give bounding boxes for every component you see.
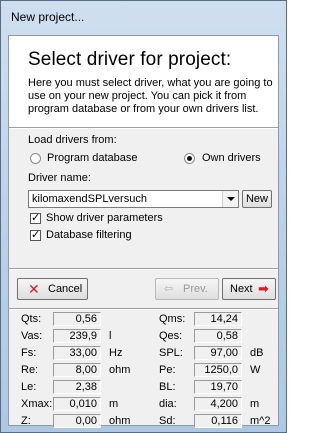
param-spl-unit: dB xyxy=(250,347,264,359)
window-title: New project... xyxy=(11,10,85,24)
param-qts-value: 0,56 xyxy=(53,312,101,326)
database-filtering-checkbox[interactable]: ✓ xyxy=(30,229,41,241)
param-z-unit: ohm xyxy=(109,415,131,427)
param-qms-label: Qms: xyxy=(159,313,186,325)
param-pe-value: 1250,0 xyxy=(194,363,242,377)
cancel-button[interactable]: ✕ Cancel xyxy=(17,278,88,300)
checkmark-icon: ✓ xyxy=(31,212,41,224)
cancel-x-icon: ✕ xyxy=(28,281,40,297)
param-fs-unit: Hz xyxy=(109,347,123,359)
database-filtering-label: Database filtering xyxy=(46,229,132,241)
param-le-label: Le: xyxy=(21,381,37,393)
param-pe-label: Pe: xyxy=(159,364,176,376)
param-re-unit: ohm xyxy=(109,364,131,376)
prev-label: Prev. xyxy=(183,283,208,295)
checkmark-icon: ✓ xyxy=(31,229,41,241)
param-z-label: Z: xyxy=(21,415,31,427)
header-divider xyxy=(9,127,278,129)
param-xmax-value: 0,010 xyxy=(53,397,101,411)
param-bl-label: BL: xyxy=(159,381,176,393)
arrow-right-icon: ➡ xyxy=(258,281,269,296)
prev-button[interactable]: ⇦ Prev. xyxy=(155,278,219,300)
param-qes-value: 0,58 xyxy=(194,329,242,343)
param-spl-label: SPL: xyxy=(159,347,183,359)
driver-name-dropdown[interactable]: kilomaxendSPLversuch xyxy=(28,190,239,208)
cancel-label: Cancel xyxy=(48,283,83,295)
param-spl-value: 97,00 xyxy=(194,346,242,360)
param-vas-label: Vas: xyxy=(21,330,43,342)
header-panel: Select driver for project: Here you must… xyxy=(9,36,278,127)
param-qes-label: Qes: xyxy=(159,330,183,342)
param-qms-value: 14,24 xyxy=(194,312,242,326)
new-driver-button[interactable]: New xyxy=(242,190,272,208)
radio-program-database[interactable] xyxy=(30,153,41,164)
load-from-label: Load drivers from: xyxy=(28,134,117,146)
radio-own-drivers[interactable] xyxy=(184,153,195,164)
param-vas-value: 239,9 xyxy=(53,329,101,343)
param-z-value: 0,00 xyxy=(53,414,101,428)
param-xmax-label: Xmax: xyxy=(21,398,53,410)
param-pe-unit: W xyxy=(250,364,261,376)
show-params-checkbox[interactable]: ✓ xyxy=(30,212,41,224)
title-bar[interactable]: New project... xyxy=(1,1,286,35)
param-sd-value: 0,116 xyxy=(194,414,242,428)
param-dia-label: dia: xyxy=(159,398,177,410)
param-dia-value: 4,200 xyxy=(194,397,242,411)
driver-name-value: kilomaxendSPLversuch xyxy=(32,193,147,205)
page-heading: Select driver for project: xyxy=(28,49,232,70)
arrow-left-icon: ⇦ xyxy=(164,283,174,295)
buttons-divider xyxy=(9,268,278,270)
param-sd-label: Sd: xyxy=(159,415,176,427)
dialog-window: New project... Select driver for project… xyxy=(0,0,287,433)
radio-own-drivers-label[interactable]: Own drivers xyxy=(202,152,261,164)
radio-selected-dot xyxy=(187,156,192,161)
next-label: Next xyxy=(230,283,253,295)
dialog-body: Select driver for project: Here you must… xyxy=(8,35,279,428)
param-vas-unit: l xyxy=(109,330,112,342)
show-params-label[interactable]: Show driver parameters xyxy=(46,212,163,224)
chevron-down-icon[interactable] xyxy=(222,191,238,207)
param-sd-unit: m^2 xyxy=(250,415,271,427)
params-divider xyxy=(9,308,278,310)
param-re-label: Re: xyxy=(21,364,39,376)
param-dia-unit: m xyxy=(250,398,260,410)
next-button[interactable]: Next ➡ xyxy=(222,278,276,300)
param-xmax-unit: m xyxy=(109,398,119,410)
param-fs-label: Fs: xyxy=(21,347,37,359)
driver-name-label: Driver name: xyxy=(28,172,91,184)
page-description: Here you must select driver, what you ar… xyxy=(28,77,273,115)
param-fs-value: 33,00 xyxy=(53,346,101,360)
param-bl-value: 19,70 xyxy=(194,380,242,394)
radio-program-database-label[interactable]: Program database xyxy=(47,152,138,164)
param-re-value: 8,00 xyxy=(53,363,101,377)
param-qts-label: Qts: xyxy=(21,313,42,325)
param-le-value: 2,38 xyxy=(53,380,101,394)
